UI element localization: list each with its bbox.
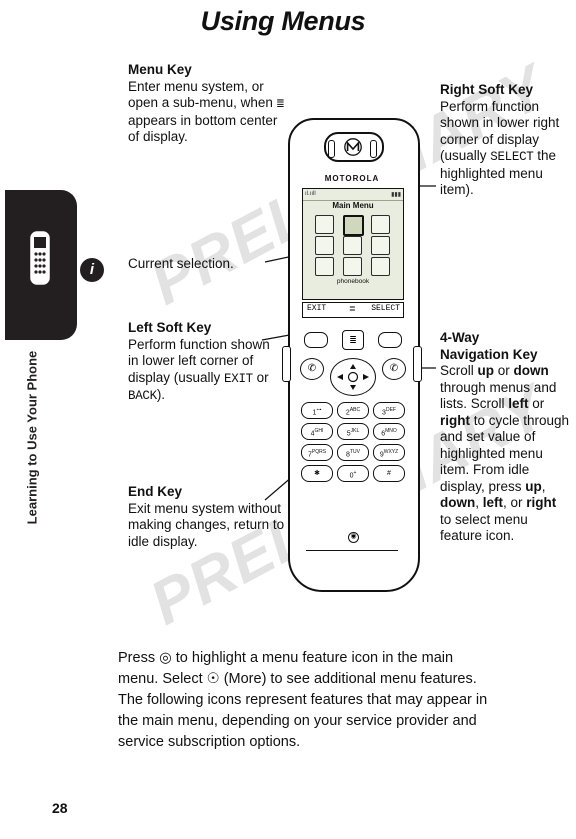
soft-key-left-label: EXIT bbox=[307, 304, 327, 313]
menu-icon-browser[interactable] bbox=[371, 236, 390, 255]
key-1[interactable]: 1⊶ bbox=[301, 402, 333, 419]
menu-icon-grid bbox=[309, 215, 397, 276]
callout-left-soft-key-heading: Left Soft Key bbox=[128, 320, 212, 335]
earpiece-left bbox=[328, 140, 335, 158]
key-8[interactable]: 8TUV bbox=[337, 444, 369, 461]
callout-menu-key-body-1: Enter menu system, or open a sub-menu, w… bbox=[128, 78, 277, 111]
callout-current-selection: Current selection. bbox=[128, 256, 288, 273]
body-paragraph: Press ◎ to highlight a menu feature icon… bbox=[118, 648, 488, 753]
status-bar: ıl.ııll ▮▮▮ bbox=[303, 189, 403, 201]
motorola-m-logo-icon bbox=[344, 138, 362, 156]
send-key[interactable]: ✆ bbox=[300, 358, 324, 380]
menu-icon-settings[interactable] bbox=[315, 236, 334, 255]
menu-icon-recent-calls[interactable] bbox=[371, 215, 390, 234]
callout-four-way-key: 4-Way Navigation Key Scroll up or down t… bbox=[440, 330, 570, 545]
callout-end-key: End Key Exit menu system without making … bbox=[128, 484, 288, 550]
microphone-icon: ◉ bbox=[348, 532, 359, 543]
callout-left-soft-key: Left Soft Key Perform function shown in … bbox=[128, 320, 273, 405]
key-3[interactable]: 3DEF bbox=[373, 402, 405, 419]
four-way-navigation-key[interactable] bbox=[330, 358, 376, 396]
callout-right-soft-key: Right Soft Key Perform function shown in… bbox=[440, 82, 565, 199]
menu-icon-phonebook[interactable] bbox=[343, 215, 364, 236]
fw-t7: , bbox=[475, 495, 483, 510]
page-number: 28 bbox=[52, 800, 68, 816]
fw-b8: right bbox=[526, 495, 557, 510]
fw-b5: up bbox=[525, 478, 542, 494]
key-star[interactable]: ✱ bbox=[301, 465, 333, 482]
callout-menu-key-heading: Menu Key bbox=[128, 62, 192, 77]
phone-diagram: MOTOROLA ıl.ııll ▮▮▮ Main Menu phonebook bbox=[282, 118, 422, 608]
nav-key-icon: ◎ bbox=[159, 650, 172, 666]
side-volume-button[interactable] bbox=[282, 346, 291, 382]
fw-b3: left bbox=[508, 396, 529, 411]
side-smart-button[interactable] bbox=[413, 346, 422, 382]
key-0[interactable]: 0+ bbox=[337, 465, 369, 482]
callout-menu-key: Menu Key Enter menu system, or open a su… bbox=[128, 62, 288, 146]
callout-four-way-heading-2: Navigation Key bbox=[440, 346, 538, 362]
body-text-1: Press bbox=[118, 650, 160, 666]
fw-t6: , bbox=[541, 478, 546, 494]
soft-key-bar: EXIT ≣ SELECT bbox=[302, 302, 404, 318]
more-icon: ☉ bbox=[206, 671, 220, 687]
fw-t1: Scroll bbox=[440, 363, 478, 378]
callout-menu-key-body-2: appears in bottom center of display. bbox=[128, 112, 278, 145]
screen-selection-caption: phonebook bbox=[336, 278, 370, 285]
fw-b1: up bbox=[477, 363, 495, 378]
fw-b4: right bbox=[440, 412, 470, 428]
signal-icon: ıl.ııll bbox=[305, 191, 316, 197]
menu-icon-calendar[interactable] bbox=[343, 257, 362, 276]
fw-t2: or bbox=[494, 363, 514, 378]
select-label: SELECT bbox=[490, 150, 534, 164]
menu-key[interactable]: ≣ bbox=[342, 330, 364, 350]
callout-left-soft-key-body-3: ). bbox=[156, 387, 166, 402]
back-label: BACK bbox=[128, 389, 157, 403]
menu-icon-more[interactable] bbox=[315, 257, 334, 276]
phone-brand: MOTOROLA bbox=[324, 174, 380, 183]
screen-title: Main Menu bbox=[332, 201, 374, 210]
end-key[interactable]: ✆ bbox=[382, 358, 406, 380]
key-4[interactable]: 4GHI bbox=[301, 423, 333, 440]
earpiece-right bbox=[370, 140, 377, 158]
fw-t4: or bbox=[528, 396, 545, 411]
fw-b7: left bbox=[482, 495, 504, 510]
key-2[interactable]: 2ABC bbox=[337, 402, 369, 419]
key-7[interactable]: 7PQRS bbox=[301, 444, 333, 461]
phone-chin bbox=[306, 550, 398, 581]
callout-four-way-heading-1: 4-Way bbox=[440, 330, 480, 345]
fw-t8: , or bbox=[503, 495, 527, 510]
callout-right-soft-key-heading: Right Soft Key bbox=[440, 82, 533, 97]
menu-icon-messages[interactable] bbox=[315, 215, 334, 234]
key-pound[interactable]: # bbox=[373, 465, 405, 482]
callout-end-key-heading: End Key bbox=[128, 484, 183, 499]
menu-glyph-icon: ≣ bbox=[349, 304, 356, 313]
soft-key-right-label: SELECT bbox=[371, 304, 400, 313]
right-soft-key[interactable] bbox=[378, 332, 402, 348]
callout-end-key-body: Exit menu system without making changes,… bbox=[128, 500, 285, 549]
callout-current-selection-text: Current selection. bbox=[128, 256, 234, 271]
exit-label: EXIT bbox=[224, 371, 253, 386]
callout-left-soft-key-body-2: or bbox=[252, 369, 269, 385]
menu-icon-tools[interactable] bbox=[371, 257, 390, 276]
keypad: 1⊶ 2ABC 3DEF 4GHI 5JKL 6MNO 7PQRS 8TUV 9… bbox=[298, 402, 406, 522]
fw-b2: down bbox=[513, 363, 549, 378]
key-5[interactable]: 5JKL bbox=[337, 423, 369, 440]
key-6[interactable]: 6MNO bbox=[373, 423, 405, 440]
page-root: PRELIMINARY PRELIMINARY Using Menus Lear… bbox=[0, 0, 576, 839]
left-soft-key[interactable] bbox=[304, 332, 328, 348]
key-9[interactable]: 9WXYZ bbox=[373, 444, 405, 461]
fw-b6: down bbox=[440, 495, 476, 510]
battery-icon: ▮▮▮ bbox=[391, 192, 401, 198]
phone-screen: ıl.ııll ▮▮▮ Main Menu phonebook bbox=[302, 188, 404, 300]
menu-icon-games[interactable] bbox=[343, 236, 362, 255]
menu-glyph-icon: ≣ bbox=[276, 97, 285, 111]
fw-t9: to select menu feature icon. bbox=[440, 511, 528, 544]
nav-arrows-icon bbox=[337, 364, 369, 390]
